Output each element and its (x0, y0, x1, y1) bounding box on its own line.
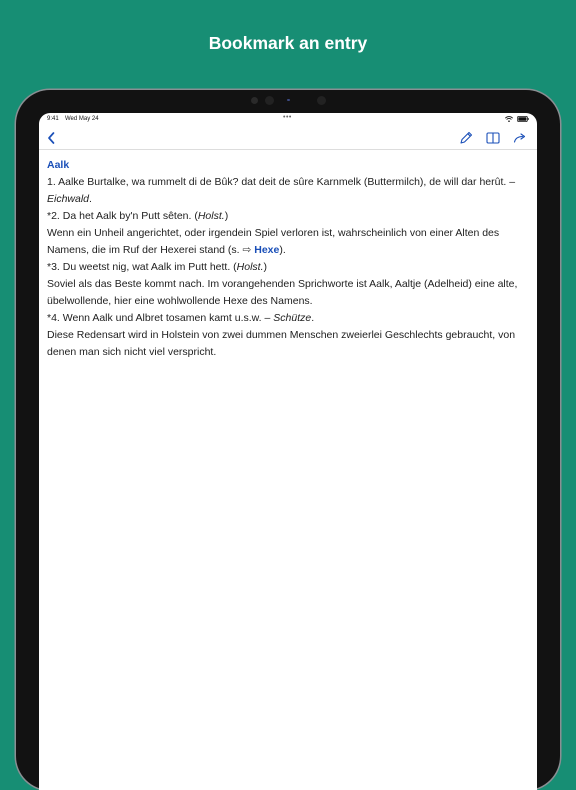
chevron-left-icon (48, 132, 55, 144)
sensor-dot (251, 97, 258, 104)
battery-icon (517, 116, 529, 122)
promo-title: Bookmark an entry (208, 33, 368, 53)
entry-headword: Aalk (47, 159, 70, 171)
sense-4-end: . (311, 312, 315, 324)
camera-indicator (287, 99, 290, 101)
sense-3-note: Soviel als das Beste kommt nach. Im vora… (47, 278, 518, 307)
share-button[interactable] (511, 129, 529, 147)
sense-4: *4. Wenn Aalk und Albret tosamen kamt u.… (47, 310, 531, 327)
sense-2: *2. Da het Aalk by'n Putt sêten. (Holst.… (47, 208, 531, 225)
tablet-frame: 9:41 Wed May 24 ••• Aalk 1. Aalke Burtal… (16, 90, 560, 790)
sense-2-end: ) (224, 210, 229, 222)
sense-2-source: Holst. (197, 210, 225, 222)
sense-4-note: Diese Redensart wird in Holstein von zwe… (47, 329, 516, 358)
wifi-icon (505, 116, 513, 122)
sense-1-end: . (89, 193, 92, 205)
sense-1-text: 1. Aalke Burtalke, wa rummelt di de Bûk?… (47, 176, 516, 188)
sense-1-source: Eichwald (47, 193, 90, 205)
cross-reference-link[interactable]: Hexe (254, 244, 279, 256)
sense-4-text: *4. Wenn Aalk und Albret tosamen kamt u.… (47, 312, 271, 324)
sensor-lens (317, 96, 326, 105)
edit-button[interactable] (457, 129, 475, 147)
sense-3-source: Holst. (236, 261, 264, 273)
sense-4-source: Schütze (273, 312, 312, 324)
entry-content: Aalk 1. Aalke Burtalke, wa rummelt di de… (47, 157, 531, 361)
sense-2-note: Wenn ein Unheil angerichtet, oder irgend… (47, 225, 531, 259)
sense-1: 1. Aalke Burtalke, wa rummelt di de Bûk?… (47, 174, 531, 208)
book-view-button[interactable] (484, 129, 502, 147)
sense-2-text: *2. Da het Aalk by'n Putt sêten. ( (47, 210, 198, 222)
sense-3-text: *3. Du weetst nig, wat Aalk im Putt hett… (47, 261, 237, 273)
status-date: Wed May 24 (65, 116, 99, 122)
status-time: 9:41 (47, 116, 59, 122)
camera-housing (16, 96, 560, 105)
pencil-icon (460, 131, 473, 144)
multitasking-dots-icon[interactable]: ••• (283, 114, 292, 121)
camera-lens (265, 96, 274, 105)
share-arrow-icon (513, 133, 526, 143)
sense-3: *3. Du weetst nig, wat Aalk im Putt hett… (47, 259, 531, 276)
book-icon (486, 132, 500, 144)
back-button[interactable] (43, 129, 61, 147)
app-screen: 9:41 Wed May 24 ••• Aalk 1. Aalke Burtal… (39, 113, 537, 790)
status-bar: 9:41 Wed May 24 ••• (39, 113, 537, 126)
cross-reference-arrow-icon: ⇨ (242, 244, 252, 256)
navigation-bar (39, 126, 537, 150)
sense-3-end: ) (263, 261, 268, 273)
sense-2-note-end: ). (279, 244, 286, 256)
